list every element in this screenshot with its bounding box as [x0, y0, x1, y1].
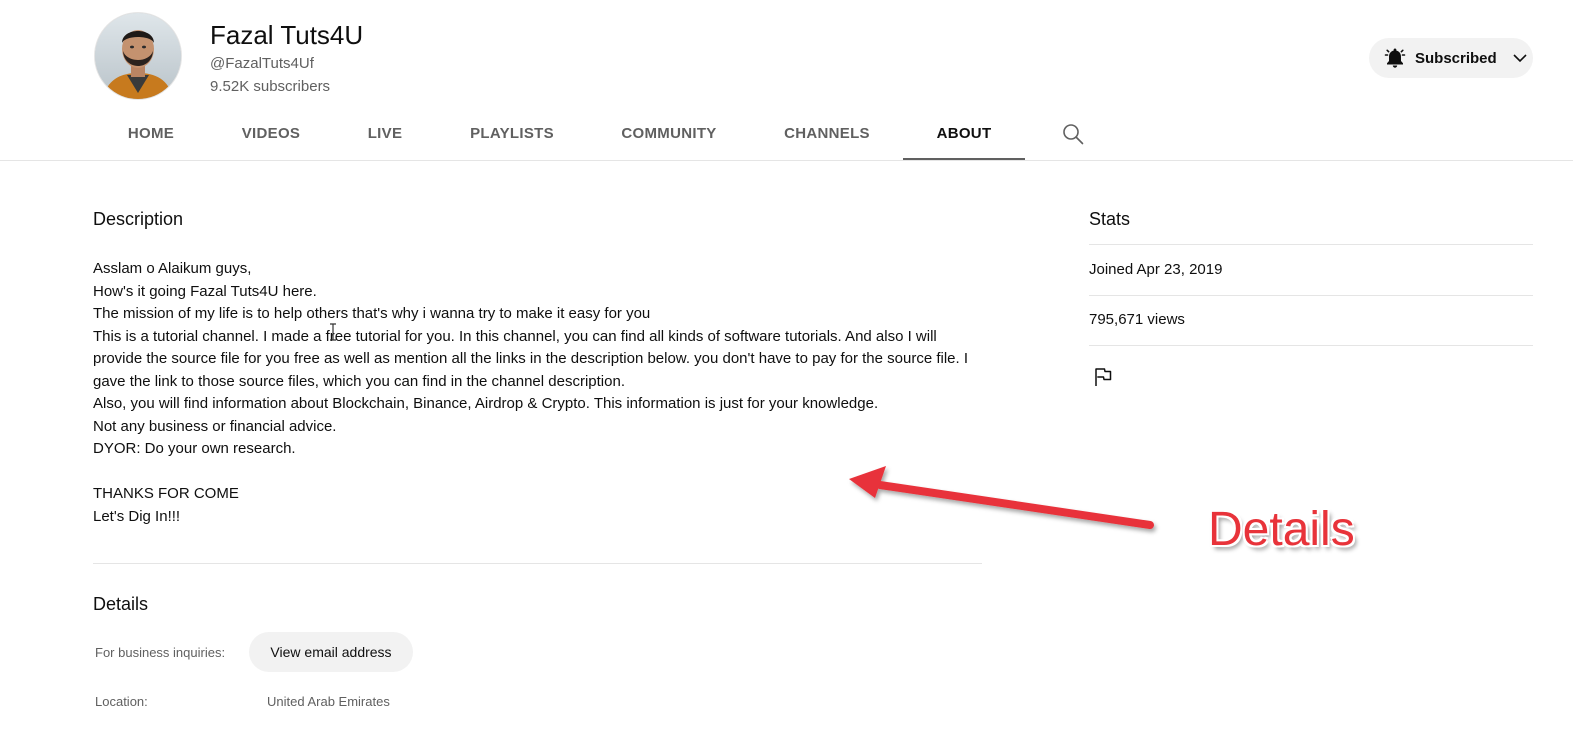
details-heading: Details [93, 594, 149, 614]
business-inquiries-label: For business inquiries: [95, 645, 226, 660]
tabs-divider [0, 160, 1573, 161]
subscriber-count: 9.52K subscribers [210, 78, 331, 95]
stats-divider [1089, 244, 1533, 245]
description-line: Asslam o Alaikum guys, [93, 260, 252, 277]
description-blank-line [93, 461, 988, 484]
description-line: Let's Dig In!!! [93, 507, 181, 525]
channel-avatar[interactable] [95, 13, 181, 99]
description-line: Not any business or financial advice. [93, 417, 337, 435]
view-count: 795,671 views [1089, 311, 1185, 328]
subscribed-button[interactable]: Subscribed [1369, 38, 1533, 78]
description-line: DYOR: Do your own research. [93, 440, 296, 457]
description-paragraph: This is a tutorial channel. I made a fre… [93, 327, 969, 390]
tab-live[interactable]: LIVE [349, 110, 421, 158]
bell-icon [1384, 48, 1406, 68]
location-value: United Arab Emirates [267, 694, 390, 709]
channel-handle: @FazalTuts4Uf [210, 55, 314, 72]
location-label: Location: [95, 694, 148, 709]
description-line: Also, you will find information about Bl… [93, 395, 879, 412]
channel-description: Asslam o Alaikum guys, How's it going Fa… [93, 258, 988, 528]
description-divider [93, 563, 982, 564]
chevron-down-icon [1513, 54, 1527, 63]
tab-community[interactable]: COMMUNITY [603, 110, 735, 158]
tab-playlists[interactable]: PLAYLISTS [457, 110, 567, 158]
description-line: The mission of my life is to help others… [93, 305, 651, 322]
joined-date: Joined Apr 23, 2019 [1089, 261, 1223, 278]
view-email-button[interactable]: View email address [249, 632, 413, 672]
channel-tabs: HOME VIDEOS LIVE PLAYLISTS COMMUNITY CHA… [93, 110, 1193, 161]
tab-channels[interactable]: CHANNELS [771, 110, 883, 158]
text-cursor-icon [330, 323, 336, 341]
stats-divider [1089, 345, 1533, 346]
annotation-label: Details [1208, 503, 1355, 556]
search-icon[interactable] [1061, 122, 1085, 146]
description-line: THANKS FOR COME [93, 485, 239, 502]
description-heading: Description [93, 209, 184, 229]
channel-name: Fazal Tuts4U [210, 20, 364, 50]
flag-icon[interactable] [1091, 365, 1115, 389]
stats-divider [1089, 295, 1533, 296]
stats-heading: Stats [1089, 209, 1131, 229]
tab-home[interactable]: HOME [109, 110, 193, 158]
tab-videos[interactable]: VIDEOS [229, 110, 313, 158]
subscribed-label: Subscribed [1415, 49, 1497, 67]
description-line: How's it going Fazal Tuts4U here. [93, 282, 317, 300]
tab-about[interactable]: ABOUT [903, 110, 1025, 161]
